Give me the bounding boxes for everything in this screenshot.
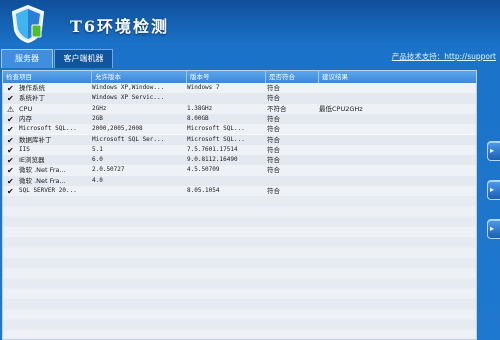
row-name: 数据库补丁 <box>19 135 52 144</box>
table-header: 检查项目 允许版本 版本号 是否符合 建议结果 <box>3 71 476 83</box>
row-allowed: Windows XP Servic... <box>92 94 165 102</box>
row-name: 内存 <box>19 114 32 123</box>
tab-server[interactable]: 服务器 <box>1 49 53 68</box>
row-name: 微软 .Net Fra... <box>19 166 66 175</box>
row-version: 4.5.50709 <box>187 166 220 174</box>
check-icon: ✔ <box>7 187 14 196</box>
row-name: CPU <box>19 104 33 113</box>
row-name: IE浏览器 <box>19 156 45 165</box>
row-allowed: 2GHz <box>92 104 107 112</box>
side-action-button-1[interactable]: ▸ <box>487 141 500 161</box>
row-name: 操作系统 <box>19 84 45 92</box>
row-name: IIS <box>19 145 30 153</box>
row-status: 符合 <box>267 125 280 134</box>
row-name: 系统补丁 <box>19 94 45 103</box>
row-version: 8.05.1054 <box>187 187 220 194</box>
check-icon: ✔ <box>7 125 14 135</box>
row-status: 符合 <box>267 114 280 123</box>
app-title: T6环境检测 <box>70 17 170 36</box>
row-allowed: 6.0 <box>92 156 103 164</box>
side-action-button-3[interactable]: ▸ <box>487 219 500 239</box>
row-name: Microsoft SQL... <box>19 125 77 133</box>
row-allowed: 2.0.50727 <box>92 166 125 174</box>
support-link[interactable]: 产品技术支持：http://support <box>392 51 496 62</box>
check-icon: ✔ <box>7 135 14 145</box>
column-suggestion[interactable]: 建议结果 <box>318 71 476 83</box>
check-icon: ✔ <box>7 145 14 155</box>
row-name: SQL SERVER 20... <box>19 187 77 194</box>
row-allowed: 2GB <box>92 114 103 122</box>
row-advice: 最低CPU2GHz <box>319 104 363 113</box>
check-icon: ✔ <box>7 176 14 186</box>
side-action-icon: ▸ <box>490 185 495 194</box>
row-allowed: 5.1 <box>92 145 103 153</box>
row-status: 符合 <box>267 94 280 103</box>
warning-icon: ⚠ <box>7 104 15 114</box>
row-status: 符合 <box>267 166 280 175</box>
row-version: 1.38GHz <box>187 104 213 112</box>
row-version: Microsoft SQL... <box>187 125 245 133</box>
side-action-button-2[interactable]: ▸ <box>487 180 500 200</box>
column-version[interactable]: 版本号 <box>186 71 266 83</box>
tab-client-machine[interactable]: 客户端机器 <box>54 49 113 68</box>
app-window: T6环境检测 服务器 客户端机器 产品技术支持：http://support 检… <box>0 0 500 340</box>
side-action-icon: ▸ <box>490 224 495 233</box>
table-body: ✔ 操作系统 Windows XP,Window... Windows 7 符合… <box>3 83 476 339</box>
row-status: 符合 <box>267 135 280 144</box>
row-status: 不符合 <box>267 104 287 113</box>
row-version: Microsoft SQL... <box>187 135 245 143</box>
side-action-icon: ▸ <box>490 146 495 155</box>
empty-table-area <box>3 196 476 339</box>
row-status: 符合 <box>267 145 280 154</box>
row-allowed: 4.0 <box>92 176 103 184</box>
row-version: 9.0.8112.16490 <box>187 156 238 164</box>
check-icon: ✔ <box>7 114 14 124</box>
row-version: Windows 7 <box>187 84 220 91</box>
check-icon: ✔ <box>7 156 14 166</box>
check-icon: ✔ <box>7 166 14 176</box>
row-name: 微软 .Net Fra... <box>19 176 66 185</box>
column-compliant[interactable]: 是否符合 <box>265 71 319 83</box>
row-allowed: Microsoft SQL Ser... <box>92 135 165 143</box>
row-status: 符合 <box>267 187 280 195</box>
row-allowed: 2000,2005,2008 <box>92 125 143 133</box>
check-icon: ✔ <box>7 94 14 104</box>
row-allowed: Windows XP,Window... <box>92 84 165 91</box>
column-check-item[interactable]: 检查项目 <box>3 71 91 83</box>
row-version: 8.00GB <box>187 114 209 122</box>
row-status: 符合 <box>267 84 280 92</box>
column-allowed-version[interactable]: 允许版本 <box>91 71 187 83</box>
row-version: 7.5.7601.17514 <box>187 145 238 153</box>
environment-check-table: 检查项目 允许版本 版本号 是否符合 建议结果 ✔ 操作系统 Windows X… <box>2 70 477 340</box>
check-icon: ✔ <box>7 84 14 93</box>
row-status: 符合 <box>267 156 280 165</box>
header: T6环境检测 <box>0 0 500 46</box>
shield-logo-icon <box>11 4 45 44</box>
